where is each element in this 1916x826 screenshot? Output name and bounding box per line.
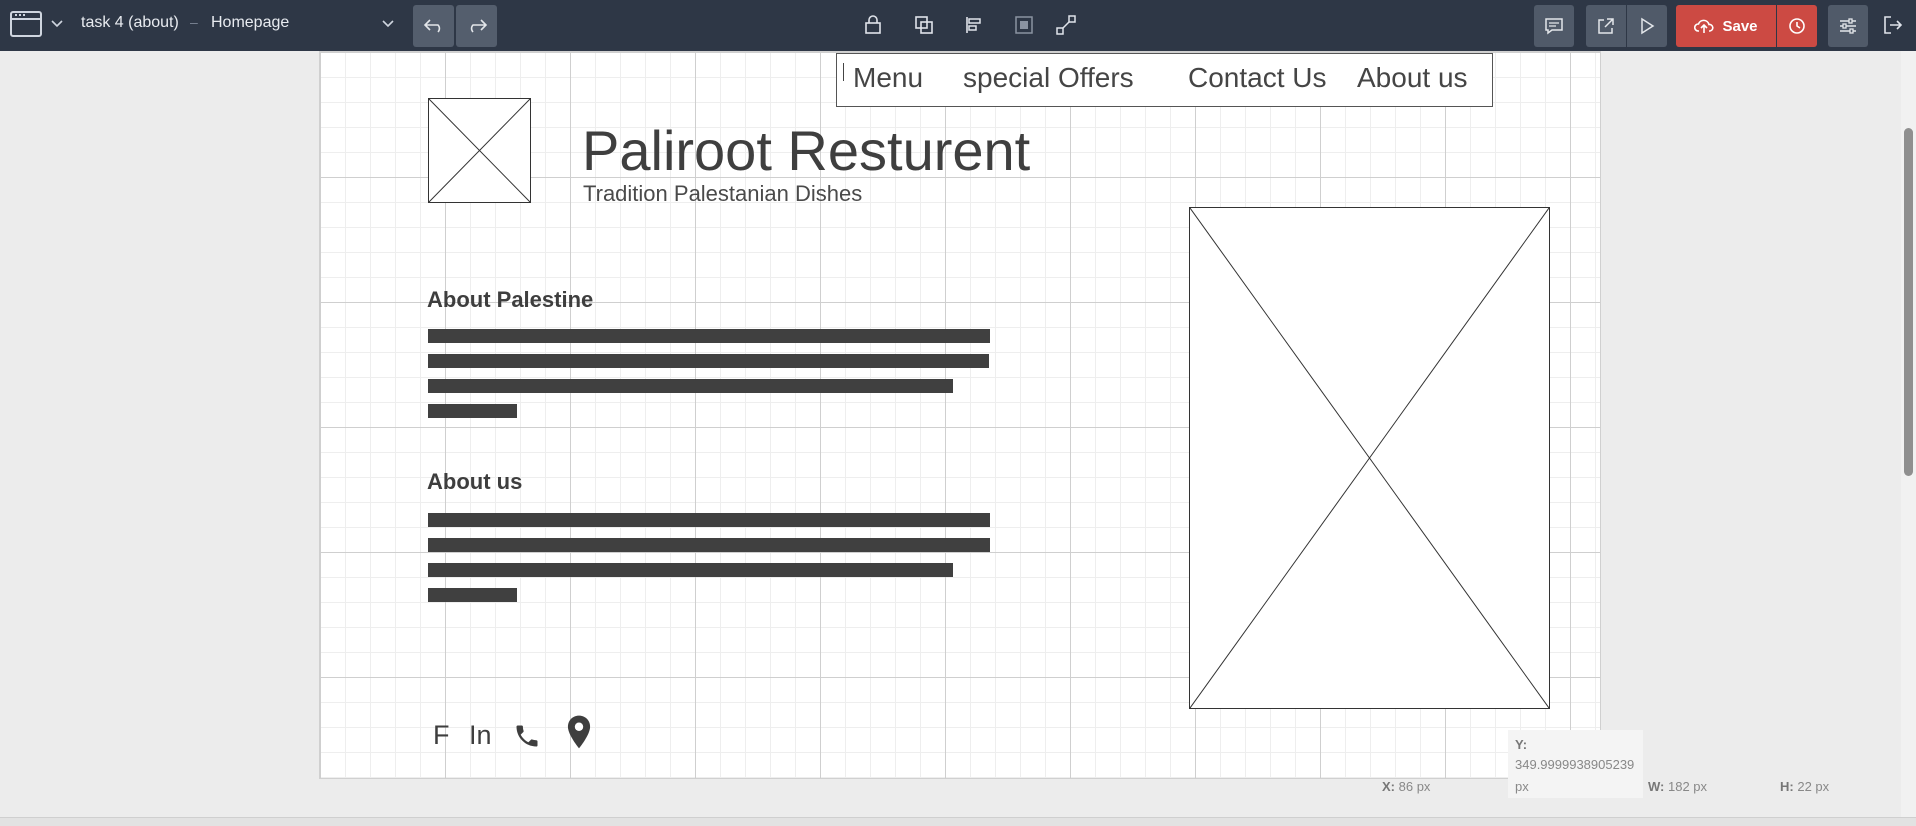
page-name[interactable]: Homepage — [211, 14, 289, 32]
redo-icon[interactable] — [456, 5, 497, 47]
page-chevron-down-icon[interactable] — [381, 17, 395, 31]
settings-sliders-icon[interactable] — [1828, 5, 1868, 47]
text-line-placeholder[interactable] — [428, 354, 989, 368]
text-line-placeholder[interactable] — [428, 379, 953, 393]
top-toolbar: task 4 (about) – Homepage Save — [0, 0, 1916, 51]
window-icon[interactable] — [10, 11, 42, 37]
hero-image-placeholder[interactable] — [1189, 207, 1550, 709]
y-value: 349.9999938905239 — [1515, 757, 1635, 772]
x-readout: X: 86 px — [1382, 779, 1431, 794]
comment-icon[interactable] — [1534, 5, 1574, 47]
cloud-upload-icon — [1694, 18, 1715, 34]
project-title[interactable]: task 4 (about) — [81, 14, 179, 32]
text-line-placeholder[interactable] — [428, 538, 990, 552]
lock-icon[interactable] — [860, 12, 886, 38]
h-readout: H: 22 px — [1780, 779, 1830, 794]
text-line-placeholder[interactable] — [428, 513, 990, 527]
text-line-placeholder[interactable] — [428, 588, 517, 602]
nav-item-special-offers[interactable]: special Offers — [963, 62, 1134, 94]
phone-icon[interactable] — [513, 722, 541, 757]
align-icon[interactable] — [961, 12, 987, 38]
chevron-down-icon[interactable] — [50, 17, 64, 31]
external-link-icon[interactable] — [1586, 5, 1626, 47]
text-line-placeholder[interactable] — [428, 404, 517, 418]
linkedin-link[interactable]: In — [469, 720, 492, 751]
scrollbar-thumb[interactable] — [1904, 128, 1913, 476]
link-icon[interactable] — [1053, 12, 1079, 38]
facebook-link[interactable]: F — [433, 720, 450, 751]
history-icon[interactable] — [1777, 5, 1817, 47]
nav-item-contact-us[interactable]: Contact Us — [1188, 62, 1327, 94]
undo-redo-group — [413, 5, 499, 47]
text-cursor — [843, 63, 844, 81]
section-heading-about-us[interactable]: About us — [427, 469, 522, 495]
site-title[interactable]: Paliroot Resturent — [582, 118, 1030, 183]
nav-item-about-us[interactable]: About us — [1357, 62, 1468, 94]
location-pin-icon[interactable] — [565, 714, 593, 757]
text-line-placeholder[interactable] — [428, 329, 990, 343]
play-icon[interactable] — [1627, 5, 1667, 47]
logo-image-placeholder[interactable] — [428, 98, 531, 203]
w-readout: W: 182 px — [1648, 779, 1708, 794]
layer-icon[interactable] — [1011, 12, 1037, 38]
y-label: Y: — [1515, 737, 1528, 752]
save-label: Save — [1722, 17, 1758, 35]
title-separator: – — [190, 14, 198, 30]
save-button[interactable]: Save — [1676, 5, 1776, 47]
exit-icon[interactable] — [1880, 12, 1906, 38]
duplicate-icon[interactable] — [911, 12, 937, 38]
nav-item-menu[interactable]: Menu — [853, 62, 923, 94]
y-unit: px — [1515, 779, 1529, 794]
section-heading-about-palestine[interactable]: About Palestine — [427, 287, 593, 313]
undo-icon[interactable] — [413, 5, 454, 47]
text-line-placeholder[interactable] — [428, 563, 953, 577]
site-subtitle[interactable]: Tradition Palestanian Dishes — [583, 181, 862, 207]
